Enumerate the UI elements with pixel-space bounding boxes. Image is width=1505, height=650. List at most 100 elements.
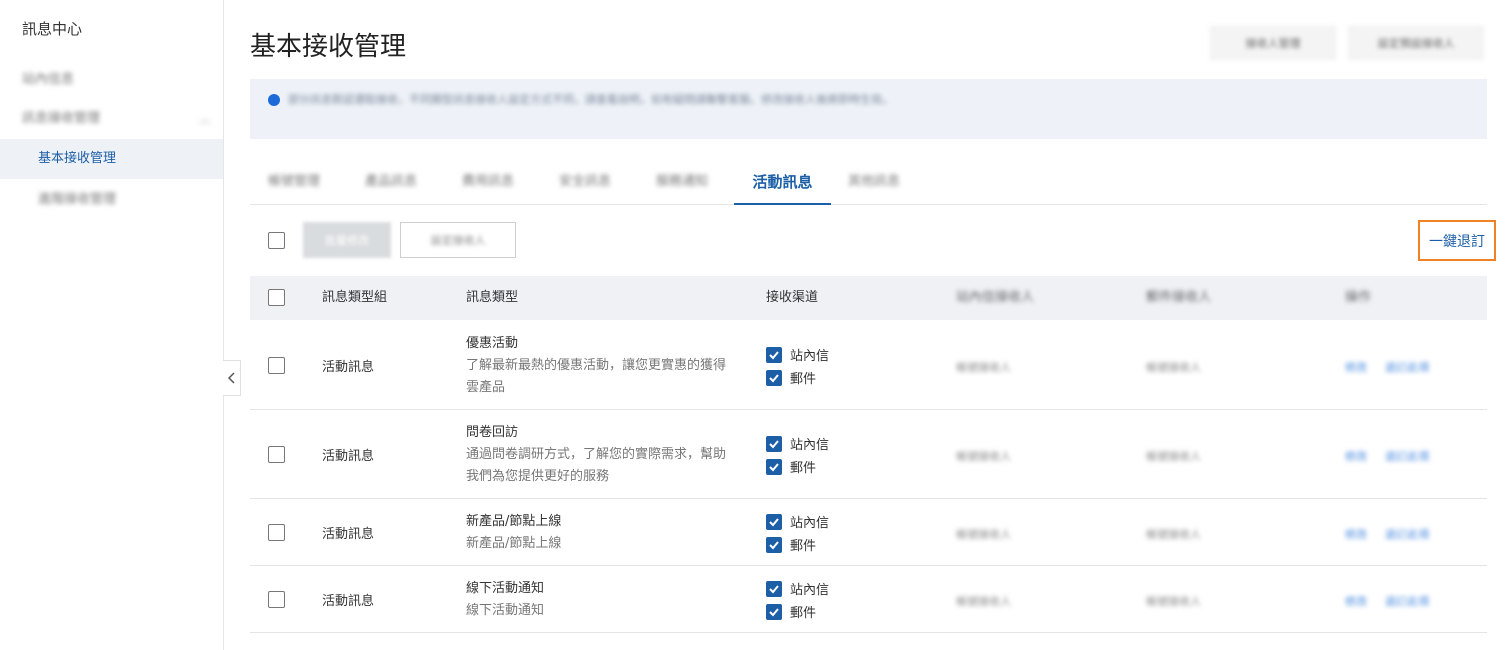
table-row: 活動訊息 新產品/節點上線 新產品/節點上線 站內信 郵件 帳號接收人 帳號接收… [250,499,1487,566]
row-checkbox[interactable] [268,524,285,541]
row-type: 線下活動通知 線下活動通知 [466,577,736,622]
email-receiver: 帳號接收人 [1146,528,1201,541]
channel-email: 郵件 [766,366,829,389]
email-receiver: 帳號接收人 [1146,450,1201,463]
chevron-up-icon: ︿ [198,112,211,126]
check-icon [769,607,779,616]
edit-link[interactable]: 修改 [1345,448,1367,464]
inbox-checkbox[interactable] [766,435,782,452]
table-row: 活動訊息 優惠活動 了解最新最熱的優惠活動，讓您更實惠的獲得雲產品 站內信 郵件… [250,321,1487,410]
edit-link[interactable]: 修改 [1345,359,1367,375]
email-receiver: 帳號接收人 [1146,595,1201,608]
table-row: 活動訊息 問卷回訪 通過問卷調研方式，了解您的實際需求，幫助我們為您提供更好的服… [250,410,1487,499]
check-icon [769,540,779,549]
channel-inbox: 站內信 [766,577,829,600]
type-description: 新產品/節點上線 [466,536,562,551]
channel-inbox: 站內信 [766,432,829,455]
row-type: 優惠活動 了解最新最熱的優惠活動，讓您更實惠的獲得雲產品 [466,332,736,399]
row-checkbox[interactable] [268,591,285,608]
tab-product[interactable]: 產品訊息 [365,162,417,205]
col-header-group: 訊息類型組 [322,290,388,305]
set-receiver-label: 設定接收人 [430,234,486,247]
check-icon [769,462,779,471]
inbox-checkbox[interactable] [766,513,782,530]
batch-edit-button[interactable]: 批量修改 [303,222,391,258]
inbox-receiver: 帳號接收人 [956,450,1011,463]
sidebar-item-advanced-receive[interactable]: 進階接收管理 [0,180,223,220]
row-group: 活動訊息 [322,527,375,542]
sidebar: 訊息中心 站內信息 訊息接收管理 ︿ 基本接收管理 進階接收管理 [0,0,224,650]
table-row: 活動訊息 線下活動通知 線下活動通知 站內信 郵件 帳號接收人 帳號接收人 修改… [250,566,1487,633]
unsubscribe-all-link[interactable]: 一鍵退訂 [1418,220,1496,261]
table-header: 訊息類型組 訊息類型 接收渠道 站內信接收人 郵件接收人 操作 [250,276,1487,320]
type-name: 線下活動通知 [466,581,545,596]
unsubscribe-link[interactable]: 退訂此項 [1385,593,1429,609]
sidebar-item-receive-management[interactable]: 訊息接收管理 ︿ [0,99,223,139]
row-type: 新產品/節點上線 新產品/節點上線 [466,510,736,555]
row-group: 活動訊息 [322,594,375,609]
receiver-management-button[interactable]: 接收人管理 [1210,26,1336,60]
email-checkbox[interactable] [766,458,782,475]
channel-label: 站內信 [790,438,830,453]
sidebar-item-basic-receive[interactable]: 基本接收管理 [0,139,223,179]
sidebar-item-label: 訊息接收管理 [22,111,101,126]
channel-label: 站內信 [790,583,830,598]
col-header-inbox-receiver: 站內信接收人 [956,290,1035,305]
inbox-receiver: 帳號接收人 [956,361,1011,374]
row-checkbox[interactable] [268,446,285,463]
row-group: 活動訊息 [322,360,375,375]
check-icon [769,439,779,448]
inbox-checkbox[interactable] [766,346,782,363]
page-title: 基本接收管理 [250,32,407,62]
notice-text: 部分訊息默認選取接收，不同類型訊息接收人設定方式不同，請查看說明，如有疑問請聯繫… [288,93,893,106]
inbox-checkbox[interactable] [766,580,782,597]
email-checkbox[interactable] [766,603,782,620]
unsubscribe-link[interactable]: 退訂此項 [1385,448,1429,464]
tab-other[interactable]: 其他訊息 [848,162,900,205]
unsubscribe-link[interactable]: 退訂此項 [1385,359,1429,375]
sidebar-title: 訊息中心 [22,20,83,38]
set-receiver-button[interactable]: 設定接收人 [400,222,516,258]
row-group: 活動訊息 [322,449,375,464]
tab-activity[interactable]: 活動訊息 [734,162,831,205]
tab-billing[interactable]: 費用訊息 [462,162,514,205]
row-channels: 站內信 郵件 [766,577,829,623]
row-channels: 站內信 郵件 [766,343,829,389]
header-checkbox[interactable] [268,289,285,306]
tab-security[interactable]: 安全訊息 [559,162,611,205]
email-checkbox[interactable] [766,369,782,386]
unsubscribe-link[interactable]: 退訂此項 [1385,526,1429,542]
channel-inbox: 站內信 [766,343,829,366]
check-icon [769,350,779,359]
col-header-type: 訊息類型 [466,290,519,305]
tab-account[interactable]: 帳號管理 [268,162,320,205]
channel-label: 郵件 [790,606,817,621]
default-receiver-button[interactable]: 設定預設接收人 [1348,26,1484,60]
email-checkbox[interactable] [766,536,782,553]
inbox-receiver: 帳號接收人 [956,528,1011,541]
col-header-channel: 接收渠道 [766,290,819,305]
info-icon [268,94,280,106]
check-icon [769,584,779,593]
edit-link[interactable]: 修改 [1345,593,1367,609]
channel-email: 郵件 [766,600,829,623]
collapse-sidebar-button[interactable] [223,360,241,396]
type-description: 線下活動通知 [466,603,545,618]
check-icon [769,373,779,382]
channel-email: 郵件 [766,533,829,556]
tab-service[interactable]: 服務通知 [656,162,708,205]
tab-bar: 帳號管理 產品訊息 費用訊息 安全訊息 服務通知 活動訊息 其他訊息 [250,162,1487,205]
channel-label: 郵件 [790,539,817,554]
check-icon [769,517,779,526]
type-name: 優惠活動 [466,336,519,351]
col-header-email-receiver: 郵件接收人 [1146,290,1212,305]
select-all-checkbox[interactable] [268,232,285,249]
sidebar-item-inbox[interactable]: 站內信息 [0,60,223,100]
edit-link[interactable]: 修改 [1345,526,1367,542]
type-description: 通過問卷調研方式，了解您的實際需求，幫助我們為您提供更好的服務 [466,447,727,484]
row-checkbox[interactable] [268,357,285,374]
channel-label: 郵件 [790,372,817,387]
channel-label: 站內信 [790,349,830,364]
channel-email: 郵件 [766,455,829,478]
inbox-receiver: 帳號接收人 [956,595,1011,608]
